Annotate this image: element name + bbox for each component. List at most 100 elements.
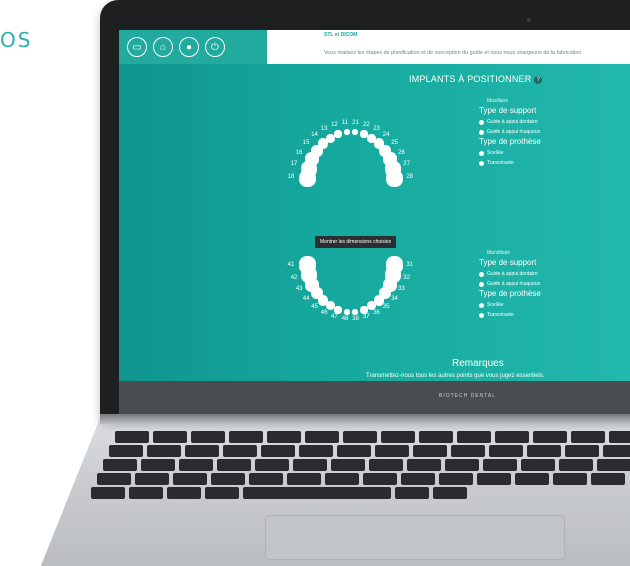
keyboard-key bbox=[325, 473, 359, 485]
keyboard-key bbox=[483, 459, 517, 471]
tooth-number-27: 27 bbox=[403, 161, 410, 168]
tooth-21[interactable] bbox=[352, 129, 359, 136]
tooth-number-34: 34 bbox=[391, 296, 398, 303]
radio-dot bbox=[479, 160, 484, 166]
keyboard-key bbox=[249, 473, 283, 485]
tooth-number-26: 26 bbox=[398, 149, 405, 156]
keyboard-key bbox=[299, 445, 333, 457]
power-button[interactable]: ⏻ bbox=[205, 37, 225, 57]
tooth-number-21: 21 bbox=[352, 120, 359, 127]
tooth-number-33: 33 bbox=[398, 286, 405, 293]
keyboard-key bbox=[267, 431, 301, 443]
keyboard-key bbox=[217, 459, 251, 471]
keyboard-key bbox=[559, 459, 593, 471]
radio-dot bbox=[479, 302, 484, 308]
keyboard-key bbox=[211, 473, 245, 485]
option-label: Scellée bbox=[487, 150, 504, 156]
keyboard-key bbox=[433, 487, 467, 499]
keyboard-key bbox=[357, 487, 391, 499]
keyboard-key bbox=[419, 431, 453, 443]
mandibule-options: Mandibule Type de support Guide à appui … bbox=[479, 250, 541, 318]
keyboard-key bbox=[495, 431, 529, 443]
screen: ▭ ⌂ ● ⏻ STL et DICOM Vous réalisez les é… bbox=[119, 30, 630, 414]
screen-button[interactable]: ▭ bbox=[127, 37, 147, 57]
keyboard-key bbox=[103, 459, 137, 471]
tooth-31[interactable] bbox=[386, 256, 404, 274]
user-icon: ● bbox=[185, 41, 193, 53]
keyboard-key bbox=[553, 473, 587, 485]
help-icon[interactable]: ? bbox=[534, 75, 543, 84]
option-label: Guide à appui dentaire bbox=[487, 271, 538, 277]
radio-dot bbox=[479, 150, 484, 156]
tooth-11[interactable] bbox=[343, 129, 350, 136]
tooth-47[interactable] bbox=[334, 305, 343, 314]
keyboard-key bbox=[527, 445, 561, 457]
remarks-description: Transmettez-nous tous les autres points … bbox=[366, 373, 545, 379]
tooth-28[interactable] bbox=[386, 170, 404, 188]
keyboard-key bbox=[597, 459, 630, 471]
keyboard-key bbox=[477, 473, 511, 485]
keyboard bbox=[55, 425, 630, 505]
keyboard-key bbox=[135, 473, 169, 485]
keyboard-key bbox=[457, 431, 491, 443]
keyboard-key bbox=[293, 459, 327, 471]
keyboard-key bbox=[141, 459, 175, 471]
tooth-number-16: 16 bbox=[295, 149, 303, 156]
main-panel: IMPLANTS À POSITIONNER? 11 12 13 14 15 16 17 18… bbox=[119, 64, 630, 381]
keyboard-key bbox=[337, 445, 371, 457]
tooth-number-41: 41 bbox=[287, 262, 295, 269]
remarks-title: Remarques bbox=[452, 358, 504, 369]
tooth-number-36: 36 bbox=[373, 310, 380, 317]
keyboard-key bbox=[571, 431, 605, 443]
keyboard-key bbox=[369, 459, 403, 471]
keyboard-key bbox=[445, 459, 479, 471]
user-button[interactable]: ● bbox=[179, 37, 199, 57]
tooth-number-11: 11 bbox=[341, 120, 348, 127]
tooth-number-24: 24 bbox=[382, 131, 390, 138]
keyboard-key bbox=[591, 473, 625, 485]
maxillaire-support-muqueux-radio[interactable]: Guide à appui muqueux bbox=[479, 129, 541, 135]
maxillaire-section-label: Maxillaire bbox=[487, 98, 509, 104]
maxillaire-support-heading: Type de support bbox=[479, 106, 537, 115]
mandibule-support-dentaire-radio[interactable]: Guide à appui dentaire bbox=[479, 271, 541, 277]
option-label: Guide à appui muqueux bbox=[487, 129, 541, 135]
keyboard-key bbox=[343, 431, 377, 443]
tooth-number-31: 31 bbox=[406, 262, 413, 269]
keyboard-key bbox=[129, 487, 163, 499]
page-title: IMPLANTS À POSITIONNER? bbox=[409, 74, 543, 84]
maxillaire-prothese-transvissee-radio[interactable]: Transvissée bbox=[479, 160, 541, 166]
tooth-38[interactable] bbox=[352, 308, 359, 315]
mandibule-prothese-transvissee-radio[interactable]: Transvissée bbox=[479, 312, 541, 318]
mandibule-support-muqueux-radio[interactable]: Guide à appui muqueux bbox=[479, 281, 541, 287]
keyboard-key bbox=[167, 487, 201, 499]
keyboard-key bbox=[205, 487, 239, 499]
stl-label: STL et DICOM bbox=[324, 32, 358, 38]
tooth-number-18: 18 bbox=[287, 173, 295, 180]
tooth-number-44: 44 bbox=[302, 296, 310, 303]
maxillaire-prothese-scellee-radio[interactable]: Scellée bbox=[479, 150, 541, 156]
tooth-41[interactable] bbox=[298, 256, 316, 274]
keyboard-key bbox=[515, 473, 549, 485]
mandibule-prothese-heading: Type de prothèse bbox=[479, 289, 541, 298]
mandibule-prothese-scellee-radio[interactable]: Scellée bbox=[479, 302, 541, 308]
maxillaire-options: Maxillaire Type de support Guide à appui… bbox=[479, 98, 541, 166]
dimensions-tooltip: Montrer les dimensions choisies bbox=[315, 236, 397, 248]
tooth-18[interactable] bbox=[298, 170, 316, 188]
maxillaire-prothese-heading: Type de prothèse bbox=[479, 137, 541, 146]
radio-dot bbox=[479, 271, 484, 277]
keyboard-key bbox=[407, 459, 441, 471]
tooth-48[interactable] bbox=[343, 308, 350, 315]
laptop-hinge bbox=[100, 414, 630, 424]
home-button[interactable]: ⌂ bbox=[153, 37, 173, 57]
tooth-number-25: 25 bbox=[391, 139, 398, 146]
nav-bar: ▭ ⌂ ● ⏻ bbox=[119, 30, 267, 64]
tooth-12[interactable] bbox=[334, 130, 343, 139]
tooth-number-45: 45 bbox=[311, 304, 318, 311]
maxillaire-support-dentaire-radio[interactable]: Guide à appui dentaire bbox=[479, 119, 541, 125]
keyboard-key bbox=[305, 431, 339, 443]
keyboard-key bbox=[223, 445, 257, 457]
stage: OS ▭ ⌂ ● ⏻ STL et DICOM Vous réalisez le… bbox=[0, 0, 630, 566]
keyboard-key bbox=[363, 473, 397, 485]
trackpad bbox=[265, 515, 565, 560]
tooth-number-12: 12 bbox=[331, 121, 338, 128]
